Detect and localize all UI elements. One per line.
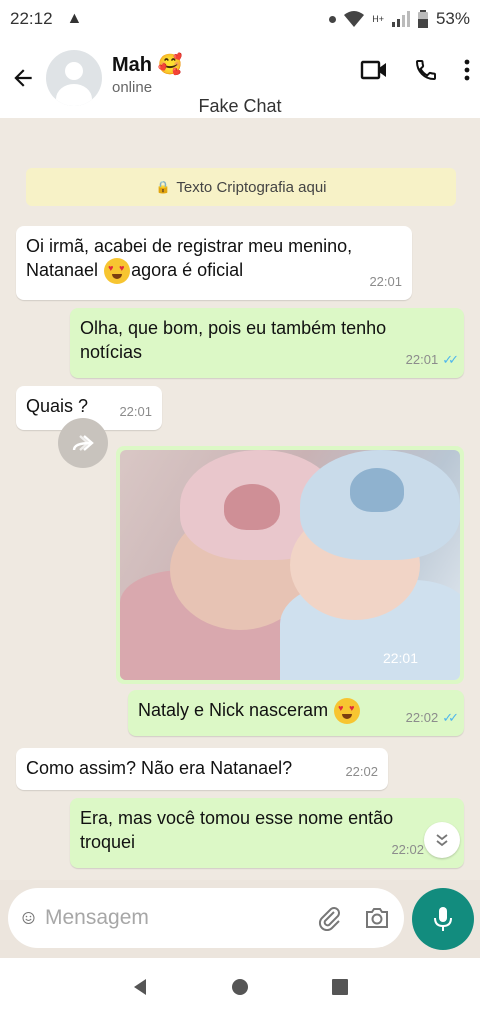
message-text: Nataly e Nick nasceram [138, 700, 334, 720]
message-meta: 22:02 [345, 760, 378, 784]
message-text: Quais ? [26, 396, 89, 416]
battery-level: 53% [435, 9, 470, 28]
photo-detail [350, 468, 404, 512]
message-meta: 22:01 [119, 400, 152, 424]
camera-icon[interactable] [364, 906, 390, 930]
video-call-icon[interactable] [360, 59, 388, 81]
message-outgoing[interactable]: Nataly e Nick nasceram ♥ ♥ 22:02 ✓✓ [128, 690, 464, 736]
photo-detail [224, 484, 280, 530]
contact-name: Mah 🥰 [112, 54, 183, 76]
more-options-icon[interactable] [464, 59, 470, 81]
wifi-icon [344, 11, 365, 27]
message-meta: 22:02 ✓✓ [405, 706, 459, 730]
message-time: 22:01 [369, 274, 402, 289]
message-text-line2: notícias [80, 342, 143, 362]
message-time: 22:02 [345, 764, 378, 779]
message-text: Era, mas você tomou esse nome então [80, 808, 394, 828]
image-message[interactable]: 22:01 [116, 446, 464, 684]
nav-back-icon[interactable] [130, 977, 150, 997]
message-outgoing[interactable]: Olha, que bom, pois eu também tenho notí… [70, 308, 464, 378]
double-check-icon: ✓✓ [442, 710, 459, 725]
message-meta: 22:01 ✓✓ [405, 348, 459, 372]
double-check-icon: ✓✓ [442, 352, 459, 367]
network-type: H+ [372, 14, 384, 24]
message-incoming[interactable]: Oi irmã, acabei de registrar meu menino,… [16, 226, 412, 300]
emoji-icon[interactable] [22, 905, 35, 931]
message-outgoing[interactable]: Era, mas você tomou esse nome então troq… [70, 798, 464, 868]
encryption-text: Texto Criptografia aqui [176, 178, 327, 196]
chat-area[interactable]: 🔒 Texto Criptografia aqui Oi irmã, acabe… [0, 118, 480, 880]
back-arrow-icon[interactable] [10, 65, 36, 91]
voice-call-icon[interactable] [414, 58, 438, 82]
double-chevron-down-icon [436, 834, 448, 847]
message-meta: 22:02 [391, 838, 424, 862]
app-label: Fake Chat [198, 96, 282, 116]
contact-info[interactable]: Mah 🥰 online [112, 52, 182, 96]
message-time: 22:02 [405, 710, 439, 725]
microphone-icon [434, 907, 452, 931]
message-text: Oi irmã, acabei de registrar meu menino, [26, 236, 353, 256]
heart-eyes-emoji-icon: ♥ ♥ [104, 258, 131, 285]
message-time: 22:01 [382, 650, 418, 666]
message-incoming[interactable]: Como assim? Não era Natanael? 22:02 [16, 748, 388, 790]
message-input[interactable] [45, 906, 316, 930]
message-time: 22:01 [119, 404, 152, 419]
status-right: H+ 53% [329, 9, 470, 29]
message-time: 22:02 [391, 842, 424, 857]
nav-recents-icon[interactable] [330, 977, 350, 997]
notification-dot-icon [329, 15, 337, 23]
warning-icon: ▲ [66, 10, 83, 27]
signal-icon [391, 11, 410, 27]
message-time: 22:01 [405, 352, 439, 367]
message-text: Como assim? Não era Natanael? [26, 758, 293, 778]
status-time: 22:12 [10, 9, 53, 28]
newborn-twins-photo[interactable]: 22:01 [120, 450, 460, 680]
header-actions [360, 58, 470, 82]
nav-home-icon[interactable] [230, 977, 250, 997]
voice-message-button[interactable] [412, 888, 474, 950]
composer-icons [316, 905, 390, 931]
scroll-to-bottom-button[interactable] [424, 822, 460, 858]
message-meta: 22:01 [369, 270, 402, 294]
forward-icon [72, 435, 94, 451]
attach-icon[interactable] [316, 905, 342, 931]
message-text-line2: Natanael ♥ ♥ agora é oficial [26, 258, 402, 285]
message-composer [8, 888, 404, 948]
battery-icon [417, 10, 428, 28]
forward-button[interactable] [58, 418, 108, 468]
system-navigation-bar [0, 958, 480, 1016]
heart-eyes-emoji-icon: ♥ ♥ [334, 698, 361, 725]
lock-icon: 🔒 [155, 180, 171, 194]
encryption-notice: 🔒 Texto Criptografia aqui [26, 168, 456, 206]
contact-presence: online [112, 79, 153, 96]
message-text: Olha, que bom, pois eu também tenho [80, 318, 387, 338]
status-bar: 22:12 ▲ H+ 53% [0, 0, 480, 38]
